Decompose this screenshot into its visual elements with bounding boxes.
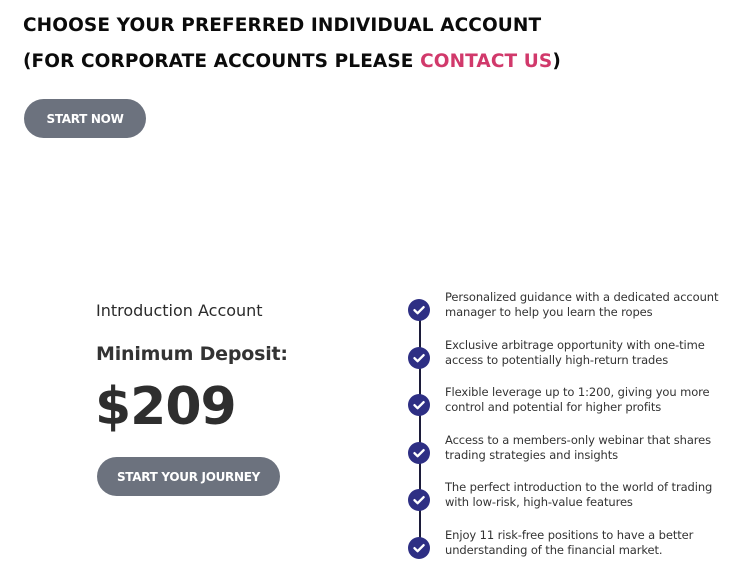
check-circle-icon bbox=[408, 537, 430, 559]
feature-item: The perfect introduction to the world of… bbox=[408, 480, 728, 521]
deposit-price: $209 bbox=[95, 377, 237, 437]
corporate-note-prefix: (FOR CORPORATE ACCOUNTS PLEASE bbox=[23, 51, 421, 72]
check-circle-icon bbox=[408, 347, 430, 369]
feature-item: Enjoy 11 risk-free positions to have a b… bbox=[408, 528, 728, 569]
feature-text: Flexible leverage up to 1:200, giving yo… bbox=[445, 385, 710, 414]
start-journey-button[interactable]: START YOUR JOURNEY bbox=[97, 457, 280, 496]
account-name: Introduction Account bbox=[96, 301, 263, 320]
corporate-note: (FOR CORPORATE ACCOUNTS PLEASE CONTACT U… bbox=[23, 51, 561, 72]
feature-item: Exclusive arbitrage opportunity with one… bbox=[408, 338, 728, 379]
feature-item: Access to a members-only webinar that sh… bbox=[408, 433, 728, 474]
feature-text: Enjoy 11 risk-free positions to have a b… bbox=[445, 528, 694, 557]
feature-text: The perfect introduction to the world of… bbox=[445, 480, 713, 509]
check-circle-icon bbox=[408, 394, 430, 416]
minimum-deposit-label: Minimum Deposit: bbox=[96, 343, 288, 365]
feature-item: Flexible leverage up to 1:200, giving yo… bbox=[408, 385, 728, 426]
check-circle-icon bbox=[408, 442, 430, 464]
start-now-button[interactable]: START NOW bbox=[24, 99, 146, 138]
check-circle-icon bbox=[408, 299, 430, 321]
feature-text: Exclusive arbitrage opportunity with one… bbox=[445, 338, 705, 367]
feature-text: Access to a members-only webinar that sh… bbox=[445, 433, 712, 462]
corporate-note-suffix: ) bbox=[552, 51, 561, 72]
contact-us-link[interactable]: CONTACT US bbox=[420, 51, 552, 72]
feature-item: Personalized guidance with a dedicated a… bbox=[408, 290, 728, 331]
check-circle-icon bbox=[408, 489, 430, 511]
page-title: CHOOSE YOUR PREFERRED INDIVIDUAL ACCOUNT bbox=[23, 15, 542, 36]
feature-text: Personalized guidance with a dedicated a… bbox=[445, 290, 719, 319]
